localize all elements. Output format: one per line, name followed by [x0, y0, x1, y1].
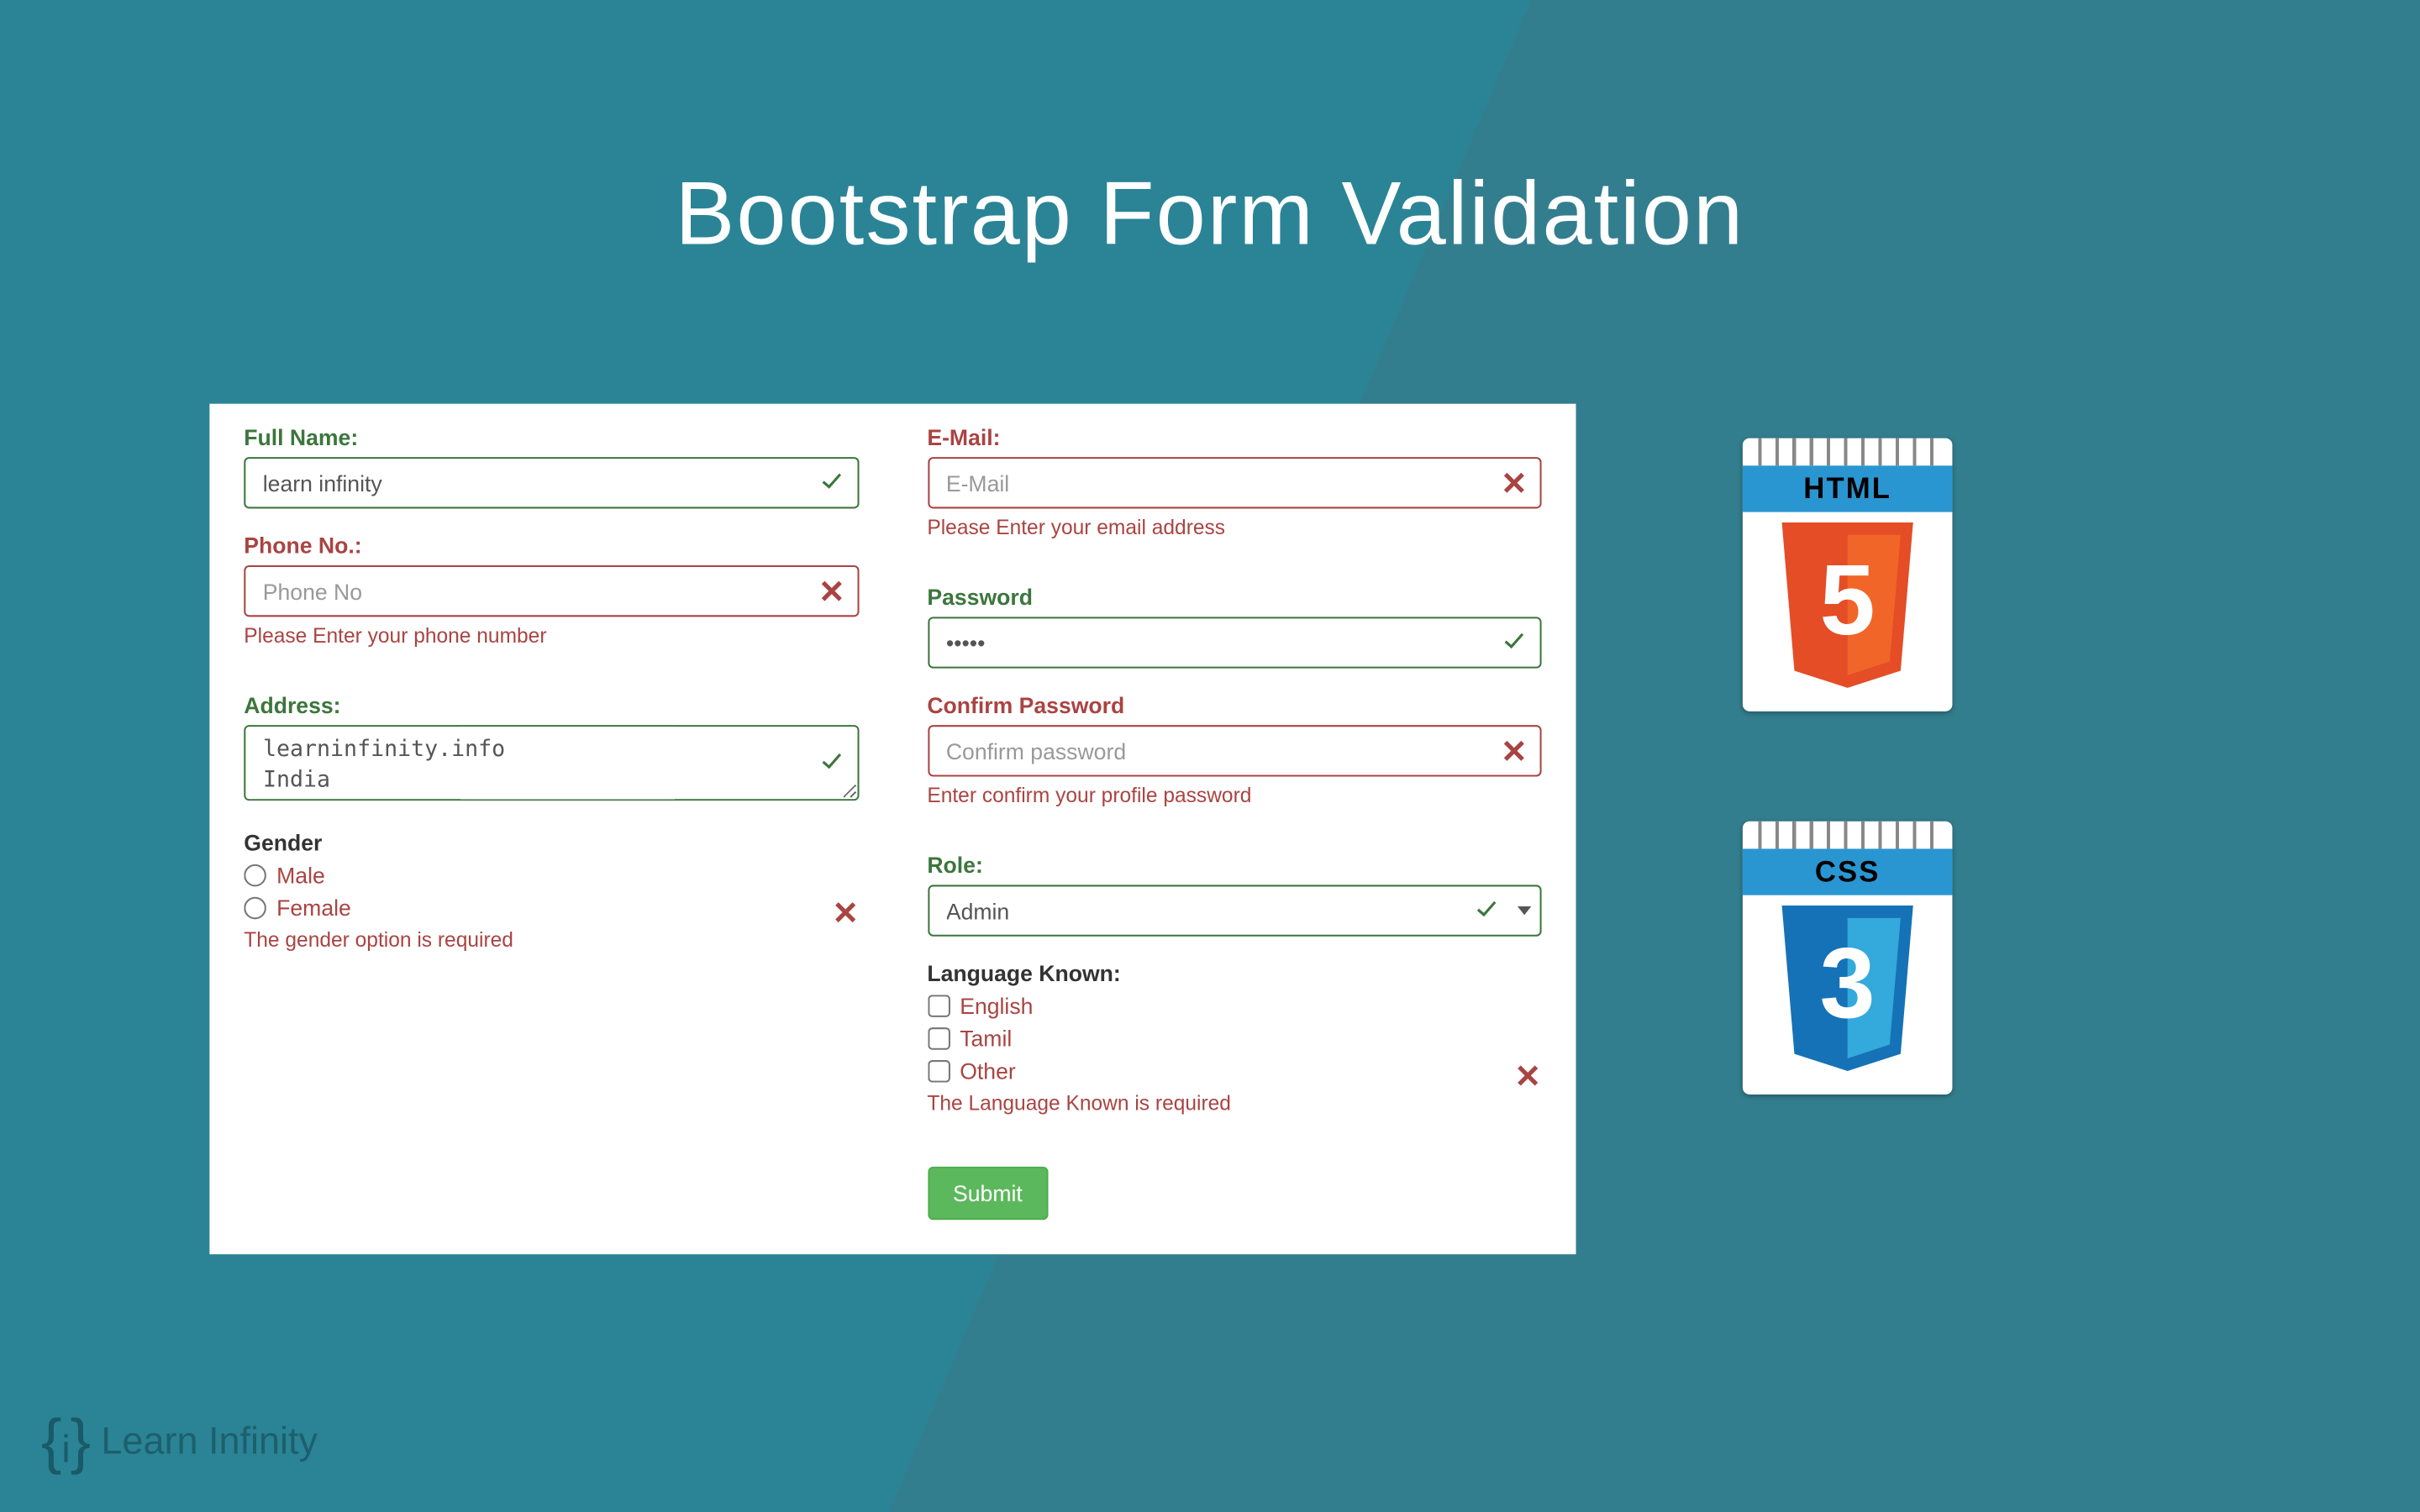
x-icon	[831, 899, 859, 927]
css3-badge-head: CSS	[1743, 848, 1953, 895]
full-name-label: Full Name:	[244, 424, 858, 450]
address-label: Address:	[244, 692, 858, 718]
full-name-group: Full Name:	[244, 424, 858, 508]
language-checkbox-tamil[interactable]	[928, 1027, 950, 1050]
form-left-column: Full Name: Phone No.:	[244, 424, 858, 1220]
role-select[interactable]: Admin	[928, 885, 1542, 936]
x-icon	[1501, 469, 1528, 496]
check-icon	[1501, 629, 1528, 657]
languages-help: The Language Known is required	[928, 1091, 1542, 1116]
form-right-column: E-Mail: Please Enter your email address …	[928, 424, 1542, 1220]
confirm-password-input[interactable]	[928, 725, 1542, 776]
confirm-password-label: Confirm Password	[928, 692, 1542, 718]
phone-label: Phone No.:	[244, 533, 858, 559]
languages-group: Language Known: English Tamil Other	[928, 960, 1542, 1115]
language-option: Other	[928, 1058, 1542, 1084]
page-title: Bootstrap Form Validation	[7, 163, 2413, 266]
gender-option-male: Male	[244, 863, 858, 889]
language-checkbox-other[interactable]	[928, 1060, 950, 1083]
language-checkbox-english[interactable]	[928, 995, 950, 1017]
email-group: E-Mail: Please Enter your email address	[928, 424, 1542, 539]
role-label: Role:	[928, 853, 1542, 879]
language-option-label: English	[960, 993, 1033, 1019]
password-group: Password	[928, 584, 1542, 668]
watermark-text: Learn Infinity	[102, 1420, 318, 1464]
css3-shield-icon: 3	[1769, 906, 1927, 1078]
form-panel: Full Name: Phone No.:	[210, 404, 1576, 1255]
check-icon	[1473, 897, 1501, 925]
gender-radio-male[interactable]	[244, 864, 266, 887]
full-name-input[interactable]	[244, 457, 858, 508]
password-input[interactable]	[928, 617, 1542, 668]
css3-badge: CSS 3	[1743, 822, 1953, 1095]
email-input[interactable]	[928, 457, 1542, 508]
submit-button[interactable]: Submit	[928, 1167, 1049, 1220]
gender-help: The gender option is required	[244, 928, 858, 953]
confirm-password-group: Confirm Password Enter confirm your prof…	[928, 692, 1542, 807]
email-label: E-Mail:	[928, 424, 1542, 450]
gender-group: Gender Male Female The ge	[244, 830, 858, 952]
x-icon	[818, 577, 845, 605]
brace-icon: {i}	[41, 1405, 91, 1478]
phone-input[interactable]	[244, 565, 858, 617]
languages-label: Language Known:	[928, 960, 1542, 986]
confirm-password-help: Enter confirm your profile password	[928, 784, 1542, 808]
check-icon	[818, 749, 845, 777]
phone-group: Phone No.: Please Enter your phone numbe…	[244, 533, 858, 648]
language-option: English	[928, 993, 1542, 1019]
html5-badge-head: HTML	[1743, 465, 1953, 512]
gender-radio-female[interactable]	[244, 897, 266, 920]
watermark: {i} Learn Infinity	[41, 1405, 318, 1478]
role-group: Role: Admin	[928, 853, 1542, 937]
gender-option-label: Male	[276, 863, 325, 889]
language-option: Tamil	[928, 1026, 1542, 1052]
html5-shield-icon: 5	[1769, 522, 1927, 695]
language-option-label: Tamil	[960, 1026, 1012, 1052]
html5-number: 5	[1769, 543, 1927, 658]
password-label: Password	[928, 584, 1542, 610]
gender-option-label: Female	[276, 895, 351, 921]
css3-number: 3	[1769, 927, 1927, 1042]
gender-label: Gender	[244, 830, 858, 856]
x-icon	[1501, 738, 1528, 765]
address-input[interactable]	[244, 725, 858, 801]
check-icon	[818, 469, 845, 496]
x-icon	[1514, 1062, 1542, 1089]
phone-help: Please Enter your phone number	[244, 624, 858, 648]
email-help: Please Enter your email address	[928, 516, 1542, 540]
spiral-binding-icon	[1753, 822, 1942, 849]
language-option-label: Other	[960, 1058, 1016, 1084]
gender-option-female: Female	[244, 895, 858, 921]
spiral-binding-icon	[1753, 438, 1942, 466]
html5-badge: HTML 5	[1743, 438, 1953, 711]
address-group: Address:	[244, 692, 858, 806]
